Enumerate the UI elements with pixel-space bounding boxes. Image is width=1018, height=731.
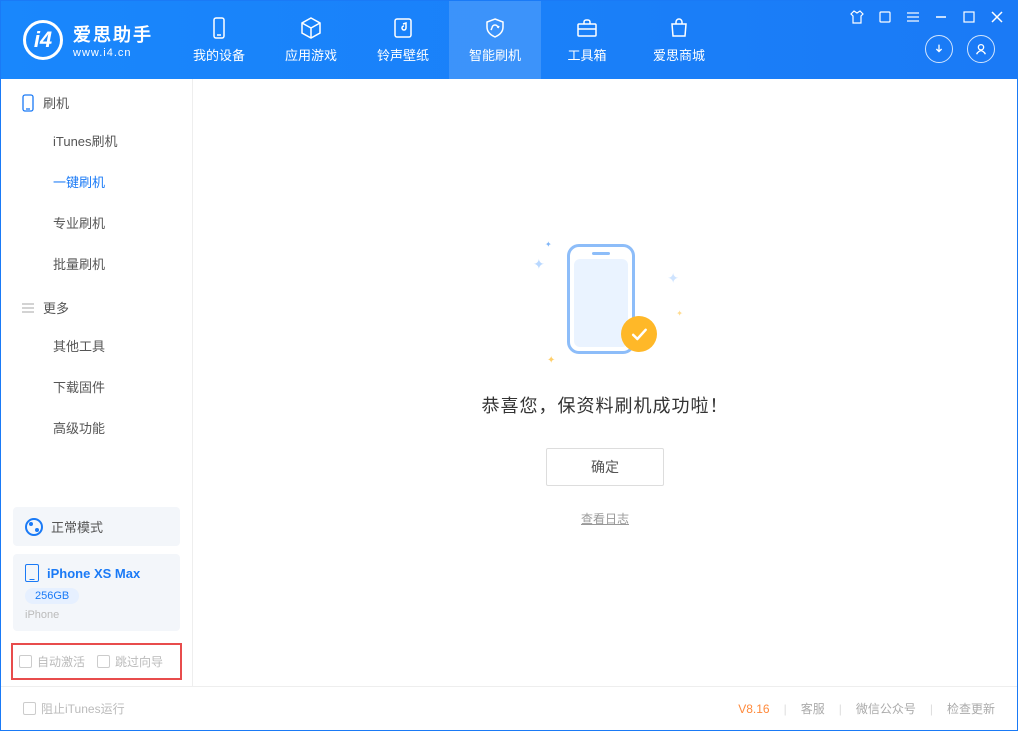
flash-options-highlighted: 自动激活 跳过向导: [11, 643, 182, 680]
window-controls: [849, 9, 1005, 25]
logo-icon: i4: [23, 20, 63, 60]
device-name: iPhone XS Max: [47, 566, 140, 581]
sidebar-section-flash: 刷机: [1, 79, 192, 120]
close-icon[interactable]: [989, 9, 1005, 25]
device-icon: [207, 16, 231, 40]
tab-store[interactable]: 爱思商城: [633, 1, 725, 79]
sidebar-item-advanced[interactable]: 高级功能: [1, 407, 192, 448]
sparkle-icon: ✦: [547, 355, 555, 366]
success-message: 恭喜您，保资料刷机成功啦！: [482, 392, 729, 418]
music-icon: [391, 16, 415, 40]
device-storage-badge: 256GB: [25, 588, 79, 604]
sparkle-icon: ✦: [667, 270, 679, 287]
sidebar-item-itunes[interactable]: iTunes刷机: [1, 120, 192, 161]
tab-flash[interactable]: 智能刷机: [449, 1, 541, 79]
user-button[interactable]: [967, 35, 995, 63]
device-type: iPhone: [25, 609, 168, 621]
sidebar: 刷机 iTunes刷机 一键刷机 专业刷机 批量刷机 更多 其他工具 下载固件 …: [1, 79, 193, 686]
device-icon: [25, 564, 39, 582]
device-mode-panel[interactable]: 正常模式: [13, 507, 180, 546]
sidebar-item-batch[interactable]: 批量刷机: [1, 243, 192, 284]
support-link[interactable]: 客服: [801, 700, 825, 717]
main-content: ✦ ✦ ✦ ✦ ✦ 恭喜您，保资料刷机成功啦！ 确定 查看日志: [193, 79, 1017, 686]
toolbox-icon: [575, 16, 599, 40]
sparkle-icon: ✦: [533, 256, 545, 273]
wechat-link[interactable]: 微信公众号: [856, 700, 916, 717]
checkbox-icon: [97, 655, 110, 668]
lock-icon[interactable]: [877, 9, 893, 25]
sparkle-icon: ✦: [545, 240, 552, 249]
sidebar-item-firmware[interactable]: 下载固件: [1, 366, 192, 407]
sidebar-item-onekey[interactable]: 一键刷机: [1, 161, 192, 202]
logo: i4 爱思助手 www.i4.cn: [23, 20, 153, 60]
tab-ringtones[interactable]: 铃声壁纸: [357, 1, 449, 79]
checkbox-icon: [19, 655, 32, 668]
shirt-icon[interactable]: [849, 9, 865, 25]
sidebar-item-othertools[interactable]: 其他工具: [1, 325, 192, 366]
device-info-panel[interactable]: iPhone XS Max 256GB iPhone: [13, 554, 180, 631]
mode-icon: [25, 518, 43, 536]
app-title: 爱思助手: [73, 21, 153, 47]
app-subtitle: www.i4.cn: [73, 47, 153, 59]
main-tabs: 我的设备 应用游戏 铃声壁纸 智能刷机 工具箱 爱思商城: [173, 1, 725, 79]
checkbox-auto-activate[interactable]: 自动激活: [19, 653, 85, 670]
tab-apps[interactable]: 应用游戏: [265, 1, 357, 79]
refresh-shield-icon: [483, 16, 507, 40]
cube-icon: [299, 16, 323, 40]
list-icon: [21, 301, 35, 315]
bag-icon: [667, 16, 691, 40]
maximize-icon[interactable]: [961, 9, 977, 25]
phone-icon: [21, 94, 35, 112]
sparkle-icon: ✦: [676, 309, 683, 318]
device-mode-label: 正常模式: [51, 517, 103, 536]
view-log-link[interactable]: 查看日志: [581, 510, 629, 527]
footer: 阻止iTunes运行 V8.16 | 客服 | 微信公众号 | 检查更新: [1, 686, 1017, 730]
download-button[interactable]: [925, 35, 953, 63]
sidebar-item-pro[interactable]: 专业刷机: [1, 202, 192, 243]
header: i4 爱思助手 www.i4.cn 我的设备 应用游戏 铃声壁纸 智能刷机 工具…: [1, 1, 1017, 79]
sidebar-section-more: 更多: [1, 284, 192, 325]
tab-my-device[interactable]: 我的设备: [173, 1, 265, 79]
version-label: V8.16: [738, 702, 769, 716]
checkbox-block-itunes[interactable]: 阻止iTunes运行: [23, 700, 125, 717]
checkbox-icon: [23, 702, 36, 715]
success-check-icon: [621, 316, 657, 352]
success-illustration: ✦ ✦ ✦ ✦ ✦: [535, 238, 675, 368]
checkbox-skip-guide[interactable]: 跳过向导: [97, 653, 163, 670]
minimize-icon[interactable]: [933, 9, 949, 25]
update-link[interactable]: 检查更新: [947, 700, 995, 717]
header-action-buttons: [925, 35, 995, 63]
tab-toolbox[interactable]: 工具箱: [541, 1, 633, 79]
ok-button[interactable]: 确定: [546, 448, 664, 486]
menu-icon[interactable]: [905, 9, 921, 25]
